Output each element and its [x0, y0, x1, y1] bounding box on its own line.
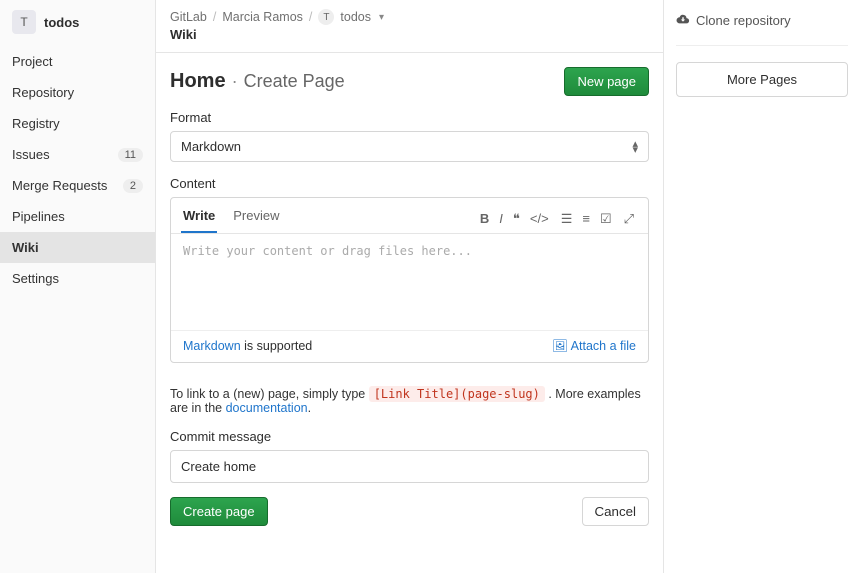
link-hint: To link to a (new) page, simply type [Li… [156, 377, 663, 419]
sidebar-item-label: Project [12, 54, 52, 69]
markdown-link[interactable]: Markdown [183, 339, 241, 353]
bold-icon[interactable]: B [480, 211, 489, 227]
sidebar-item-wiki[interactable]: Wiki [0, 232, 155, 263]
breadcrumb-sep: / [213, 10, 216, 24]
hint-code: [Link Title](page-slug) [369, 386, 545, 402]
sidebar-item-label: Pipelines [12, 209, 65, 224]
documentation-link[interactable]: documentation [226, 401, 308, 415]
hint-text: To link to a (new) page, simply type [170, 387, 369, 401]
page-title: Home [170, 70, 226, 93]
task-list-icon[interactable]: ☑ [600, 211, 612, 227]
select-arrows-icon: ▴▾ [632, 141, 638, 153]
editor-toolbar: B I ❝ </> ☰ ≡ ☑ ⤢ [480, 211, 638, 227]
tab-preview[interactable]: Preview [231, 204, 281, 233]
cloud-download-icon [676, 12, 690, 29]
attach-file-link[interactable]: Attach a file [571, 339, 636, 353]
content-textarea[interactable]: Write your content or drag files here... [171, 234, 648, 330]
bullet-list-icon[interactable]: ☰ [561, 211, 573, 227]
project-name: todos [44, 15, 79, 30]
format-value: Markdown [181, 139, 241, 154]
page-title-suffix: Create Page [244, 71, 345, 92]
chevron-down-icon[interactable]: ▾ [379, 12, 384, 23]
clone-repository-label: Clone repository [696, 13, 791, 28]
project-sidebar: T todos Project Repository Registry Issu… [0, 0, 156, 573]
content-editor: Write Preview B I ❝ </> ☰ ≡ ☑ [170, 197, 649, 363]
main: GitLab / Marcia Ramos / T todos ▾ Wiki H… [156, 0, 860, 573]
sidebar-item-registry[interactable]: Registry [0, 108, 155, 139]
quote-icon[interactable]: ❝ [513, 211, 520, 227]
sidebar-nav: Project Repository Registry Issues 11 Me… [0, 46, 155, 294]
page-title-sep: · [232, 71, 238, 92]
sidebar-item-label: Merge Requests [12, 178, 107, 193]
sidebar-item-label: Repository [12, 85, 74, 100]
fullscreen-icon[interactable]: ⤢ [624, 211, 634, 227]
sidebar-item-merge-requests[interactable]: Merge Requests 2 [0, 170, 155, 201]
sidebar-item-settings[interactable]: Settings [0, 263, 155, 294]
sidebar-item-label: Registry [12, 116, 60, 131]
clone-repository-link[interactable]: Clone repository [676, 12, 848, 29]
create-page-button[interactable]: Create page [170, 497, 268, 526]
mr-badge: 2 [123, 179, 143, 193]
commit-message-label: Commit message [170, 429, 649, 444]
new-page-button[interactable]: New page [564, 67, 649, 96]
hint-text: . [308, 401, 311, 415]
breadcrumb-owner[interactable]: Marcia Ramos [222, 10, 303, 24]
breadcrumb-sep: / [309, 10, 312, 24]
format-label: Format [170, 110, 649, 125]
breadcrumb-subtitle: Wiki [156, 25, 663, 52]
content: GitLab / Marcia Ramos / T todos ▾ Wiki H… [156, 0, 664, 573]
attach-file[interactable]: 🖼 Attach a file [552, 339, 636, 354]
sidebar-item-label: Wiki [12, 240, 39, 255]
more-pages-button[interactable]: More Pages [676, 62, 848, 97]
sidebar-item-issues[interactable]: Issues 11 [0, 139, 155, 170]
sidebar-item-repository[interactable]: Repository [0, 77, 155, 108]
tab-write[interactable]: Write [181, 204, 217, 233]
sidebar-item-label: Issues [12, 147, 50, 162]
breadcrumb-root[interactable]: GitLab [170, 10, 207, 24]
content-label: Content [170, 176, 649, 191]
breadcrumb: GitLab / Marcia Ramos / T todos ▾ [156, 0, 663, 25]
issues-badge: 11 [118, 148, 143, 162]
numbered-list-icon[interactable]: ≡ [582, 211, 590, 227]
sidebar-item-label: Settings [12, 271, 59, 286]
commit-message-input[interactable] [170, 450, 649, 483]
markdown-supported-text: is supported [241, 339, 313, 353]
cancel-button[interactable]: Cancel [582, 497, 650, 526]
markdown-supported: Markdown is supported [183, 339, 312, 354]
sidebar-item-pipelines[interactable]: Pipelines [0, 201, 155, 232]
breadcrumb-project-avatar: T [318, 9, 334, 25]
page-header: Home · Create Page New page [156, 53, 663, 110]
sidebar-item-project[interactable]: Project [0, 46, 155, 77]
italic-icon[interactable]: I [499, 211, 503, 227]
project-avatar: T [12, 10, 36, 34]
format-select[interactable]: Markdown ▴▾ [170, 131, 649, 162]
sidebar-header[interactable]: T todos [0, 0, 155, 46]
attach-icon: 🖼 [552, 339, 568, 353]
code-icon[interactable]: </> [530, 211, 549, 227]
breadcrumb-project[interactable]: todos [340, 10, 371, 24]
wiki-right-panel: Clone repository More Pages [664, 0, 860, 573]
